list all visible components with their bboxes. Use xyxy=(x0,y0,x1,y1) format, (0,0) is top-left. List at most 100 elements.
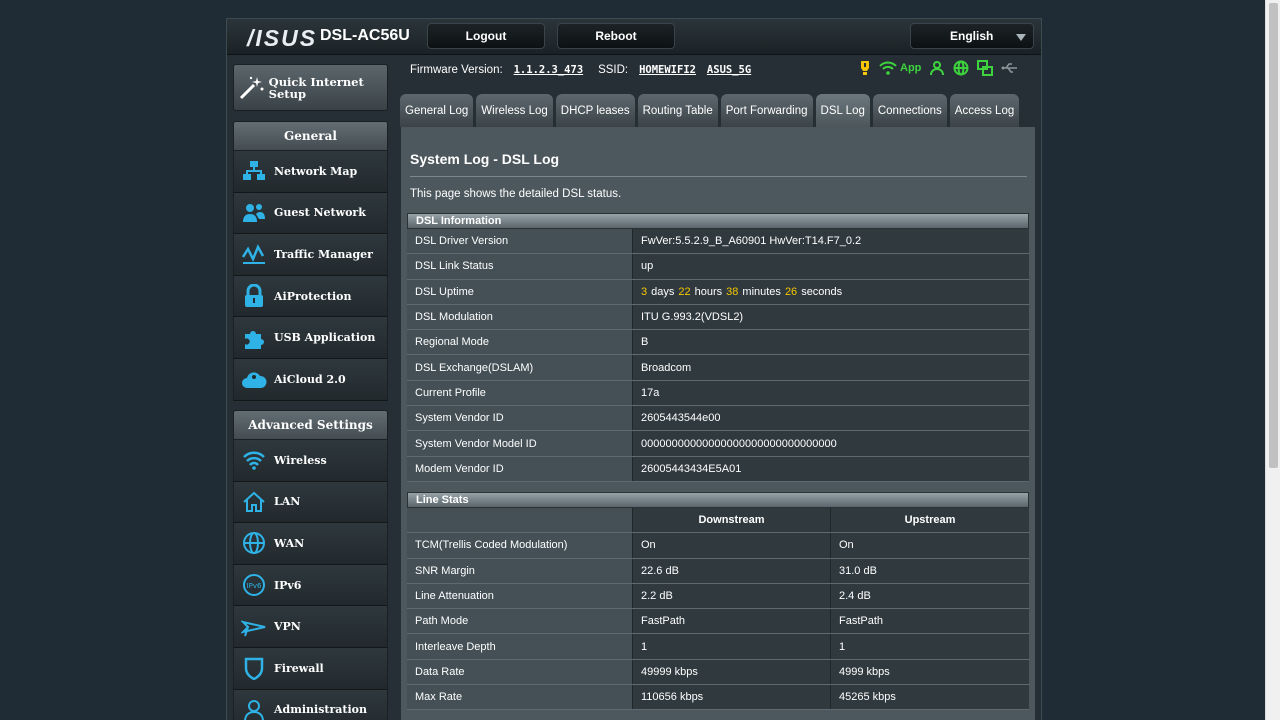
table-row: DSL Exchange(DSLAM) Broadcom xyxy=(407,355,1029,381)
downstream-value: 49999 kbps xyxy=(632,659,830,685)
tab-dhcp-leases[interactable]: DHCP leases xyxy=(555,94,635,127)
uptime-days: 3 xyxy=(641,285,648,298)
line-stats-table: Line Stats Downstream Upstream TCM(Trell… xyxy=(407,492,1029,711)
upstream-value: On xyxy=(830,533,1029,558)
row-label: SNR Margin xyxy=(407,558,632,583)
table-row: Interleave Depth 1 1 xyxy=(407,634,1029,660)
sidebar-item-lan[interactable]: LAN xyxy=(233,481,388,524)
row-label: TCM(Trellis Coded Modulation) xyxy=(407,533,632,558)
magic-wand-icon xyxy=(234,74,269,102)
scrollbar-thumb[interactable] xyxy=(1269,3,1278,468)
tab-access-log[interactable]: Access Log xyxy=(949,94,1020,127)
row-value: B xyxy=(632,330,1029,355)
ipv6-icon: IPv6 xyxy=(234,573,274,597)
status-icons: App xyxy=(859,60,1019,76)
row-label: DSL Driver Version xyxy=(407,229,632,254)
downstream-value: 22.6 dB xyxy=(632,558,830,583)
table-row: DSL Link Status up xyxy=(407,254,1029,280)
user-status-icon[interactable] xyxy=(929,60,945,76)
ssid-link-2[interactable]: ASUS_5G xyxy=(707,64,751,76)
tab-dsl-log[interactable]: DSL Log xyxy=(815,94,870,127)
tab-wireless-log[interactable]: Wireless Log xyxy=(476,94,553,127)
table-row: Data Rate 49999 kbps 4999 kbps xyxy=(407,659,1029,686)
table-row: DSL Driver Version FwVer:5.5.2.9_B_A60901… xyxy=(407,229,1029,255)
language-select[interactable]: English xyxy=(910,23,1034,49)
sidebar-item-label: Guest Network xyxy=(274,206,366,220)
vpn-icon xyxy=(234,616,274,638)
sidebar-item-guest-network[interactable]: Guest Network xyxy=(233,192,388,235)
row-value: 2605443544e00 xyxy=(632,406,1029,431)
title-divider xyxy=(410,176,1027,177)
sidebar-item-wan[interactable]: WAN xyxy=(233,523,388,565)
home-icon xyxy=(234,491,274,513)
uptime-seconds-unit: seconds xyxy=(801,285,843,298)
app-link[interactable]: App xyxy=(900,62,921,74)
log-tabs: General Log Wireless Log DHCP leases Rou… xyxy=(400,94,1020,127)
network-status-icon[interactable] xyxy=(977,60,994,76)
sidebar-item-administration[interactable]: Administration xyxy=(233,689,388,720)
sidebar-item-aiprotection[interactable]: AiProtection xyxy=(233,275,388,318)
row-label: DSL Modulation xyxy=(407,304,632,330)
bulb-icon[interactable] xyxy=(859,60,871,76)
downstream-value: FastPath xyxy=(632,609,830,634)
quick-internet-setup-button[interactable]: Quick Internet Setup xyxy=(233,64,388,111)
tab-port-forwarding[interactable]: Port Forwarding xyxy=(720,94,813,127)
sidebar-item-label: USB Application xyxy=(274,331,376,345)
downstream-value: On xyxy=(632,533,830,558)
sidebar-item-traffic-manager[interactable]: Traffic Manager xyxy=(233,234,388,276)
row-label: Data Rate xyxy=(407,659,632,685)
uptime-hours: 22 xyxy=(678,285,691,298)
quick-setup-label: Quick Internet Setup xyxy=(268,74,364,101)
row-label: DSL Exchange(DSLAM) xyxy=(407,355,632,380)
wifi-status-icon[interactable] xyxy=(879,61,897,75)
chevron-down-icon xyxy=(1016,34,1026,41)
sidebar-item-wireless[interactable]: Wireless xyxy=(233,440,388,482)
reboot-button[interactable]: Reboot xyxy=(557,23,675,49)
table-row: System Vendor ID 2605443544e00 xyxy=(407,406,1029,432)
upstream-value: 4999 kbps xyxy=(830,659,1029,685)
row-label: Line Attenuation xyxy=(407,583,632,609)
sidebar-item-usb-application[interactable]: USB Application xyxy=(233,317,388,359)
sidebar-item-firewall[interactable]: Firewall xyxy=(233,647,388,690)
firmware-info-bar: Firmware Version: 1.1.2.3_473 SSID: HOME… xyxy=(410,62,751,76)
tab-routing-table[interactable]: Routing Table xyxy=(637,94,718,127)
row-label: Path Mode xyxy=(407,609,632,634)
row-label: DSL Uptime xyxy=(407,279,632,304)
page-scrollbar[interactable] xyxy=(1265,0,1280,720)
tab-general-log[interactable]: General Log xyxy=(400,94,474,127)
table-row: DSL Uptime 3 days 22 hours 38 minutes 26 seconds xyxy=(407,279,1029,305)
sidebar-item-ipv6[interactable]: IPv6 IPv6 xyxy=(233,564,388,607)
firmware-version-link[interactable]: 1.1.2.3_473 xyxy=(514,64,584,76)
content-panel: System Log - DSL Log This page shows the… xyxy=(401,127,1035,720)
upstream-value: 1 xyxy=(830,634,1029,659)
advanced-settings-heading: Advanced Settings xyxy=(233,410,388,440)
row-value: 00000000000000000000000000000000 xyxy=(632,431,1029,456)
upstream-value: 2.4 dB xyxy=(830,583,1029,609)
table-row: Max Rate 110656 kbps 45265 kbps xyxy=(407,685,1029,711)
asus-logo: /ISUS xyxy=(247,25,318,51)
sidebar-item-label: VPN xyxy=(274,620,301,634)
usb-icon[interactable] xyxy=(1001,62,1019,74)
uptime-minutes: 38 xyxy=(726,285,739,298)
table-row: Modem Vendor ID 26005443434E5A01 xyxy=(407,456,1029,482)
sidebar-item-vpn[interactable]: VPN xyxy=(233,606,388,648)
sidebar-item-label: Network Map xyxy=(274,164,358,178)
model-name: DSL-AC56U xyxy=(320,27,410,44)
sidebar-item-aicloud[interactable]: AiCloud 2.0 xyxy=(233,358,388,401)
sidebar-item-label: WAN xyxy=(274,536,305,550)
internet-status-icon[interactable] xyxy=(953,60,969,76)
row-label: Interleave Depth xyxy=(407,634,632,659)
dsl-information-table: DSL Information DSL Driver Version FwVer:… xyxy=(407,213,1029,482)
row-value: up xyxy=(632,254,1029,279)
lock-icon xyxy=(234,284,274,308)
downstream-value: 110656 kbps xyxy=(632,685,830,710)
ssid-link-1[interactable]: HOMEWIFI2 xyxy=(639,64,696,76)
logout-button[interactable]: Logout xyxy=(427,23,545,49)
tab-connections[interactable]: Connections xyxy=(872,94,947,127)
sidebar-item-label: Wireless xyxy=(274,453,327,467)
ssid-label: SSID: xyxy=(598,64,629,76)
line-stats-heading: Line Stats xyxy=(407,492,1029,508)
sidebar-item-network-map[interactable]: Network Map xyxy=(233,151,388,193)
sidebar-item-label: LAN xyxy=(274,495,301,509)
uptime-seconds: 26 xyxy=(784,285,798,298)
